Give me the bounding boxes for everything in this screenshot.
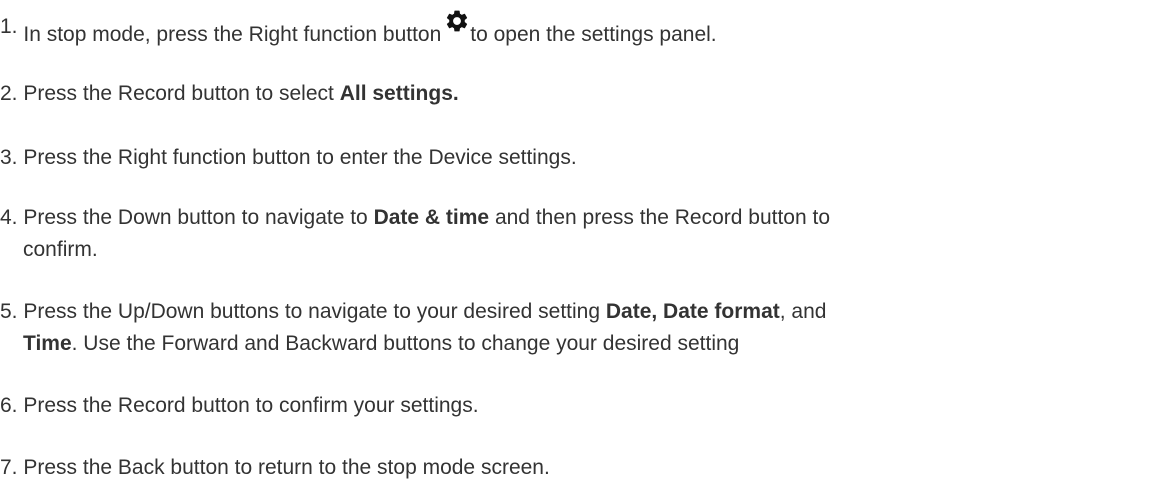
step-text-after: and then press the Record button to bbox=[489, 206, 831, 229]
step-number: 7. bbox=[0, 456, 18, 479]
step-bold-text-2: Time bbox=[23, 332, 72, 355]
step-text-after: . Use the Forward and Backward buttons t… bbox=[71, 332, 740, 355]
step-text-after: to open the settings panel. bbox=[470, 23, 717, 46]
step-number: 2. bbox=[0, 82, 18, 105]
step-continuation: confirm. bbox=[23, 238, 98, 261]
step-text: Press the Record button to confirm your … bbox=[23, 394, 479, 417]
step-text: Press the Right function button to enter… bbox=[23, 146, 577, 169]
step-number: 3. bbox=[0, 146, 18, 169]
gear-icon bbox=[447, 10, 468, 32]
step-bold-text: All settings. bbox=[339, 82, 459, 105]
step-text: Press the Up/Down buttons to navigate to… bbox=[23, 300, 606, 323]
step-6: 6. Press the Record button to confirm yo… bbox=[0, 390, 479, 422]
step-bold-text: Date & time bbox=[373, 206, 490, 229]
step-text: In stop mode, press the Right function b… bbox=[23, 23, 442, 46]
step-2: 2. Press the Record button to select All… bbox=[0, 78, 459, 110]
step-4: 4. Press the Down button to navigate to … bbox=[0, 202, 830, 266]
step-1: 1. In stop mode, press the Right functio… bbox=[0, 10, 717, 51]
step-number: 4. bbox=[0, 206, 18, 229]
step-number: 5. bbox=[0, 300, 18, 323]
step-text: Press the Record button to select bbox=[23, 82, 340, 105]
step-number: 1. bbox=[0, 15, 18, 38]
step-bold-text: Date, Date format bbox=[605, 300, 780, 323]
step-text-mid: , and bbox=[779, 300, 827, 323]
step-5: 5. Press the Up/Down buttons to navigate… bbox=[0, 296, 826, 360]
step-7: 7. Press the Back button to return to th… bbox=[0, 452, 550, 484]
step-3: 3. Press the Right function button to en… bbox=[0, 142, 577, 174]
step-text: Press the Down button to navigate to bbox=[23, 206, 374, 229]
step-text: Press the Back button to return to the s… bbox=[23, 456, 550, 479]
step-number: 6. bbox=[0, 394, 18, 417]
step-continuation: Time. Use the Forward and Backward butto… bbox=[0, 328, 826, 360]
instruction-list: 1. In stop mode, press the Right functio… bbox=[0, 0, 1172, 496]
